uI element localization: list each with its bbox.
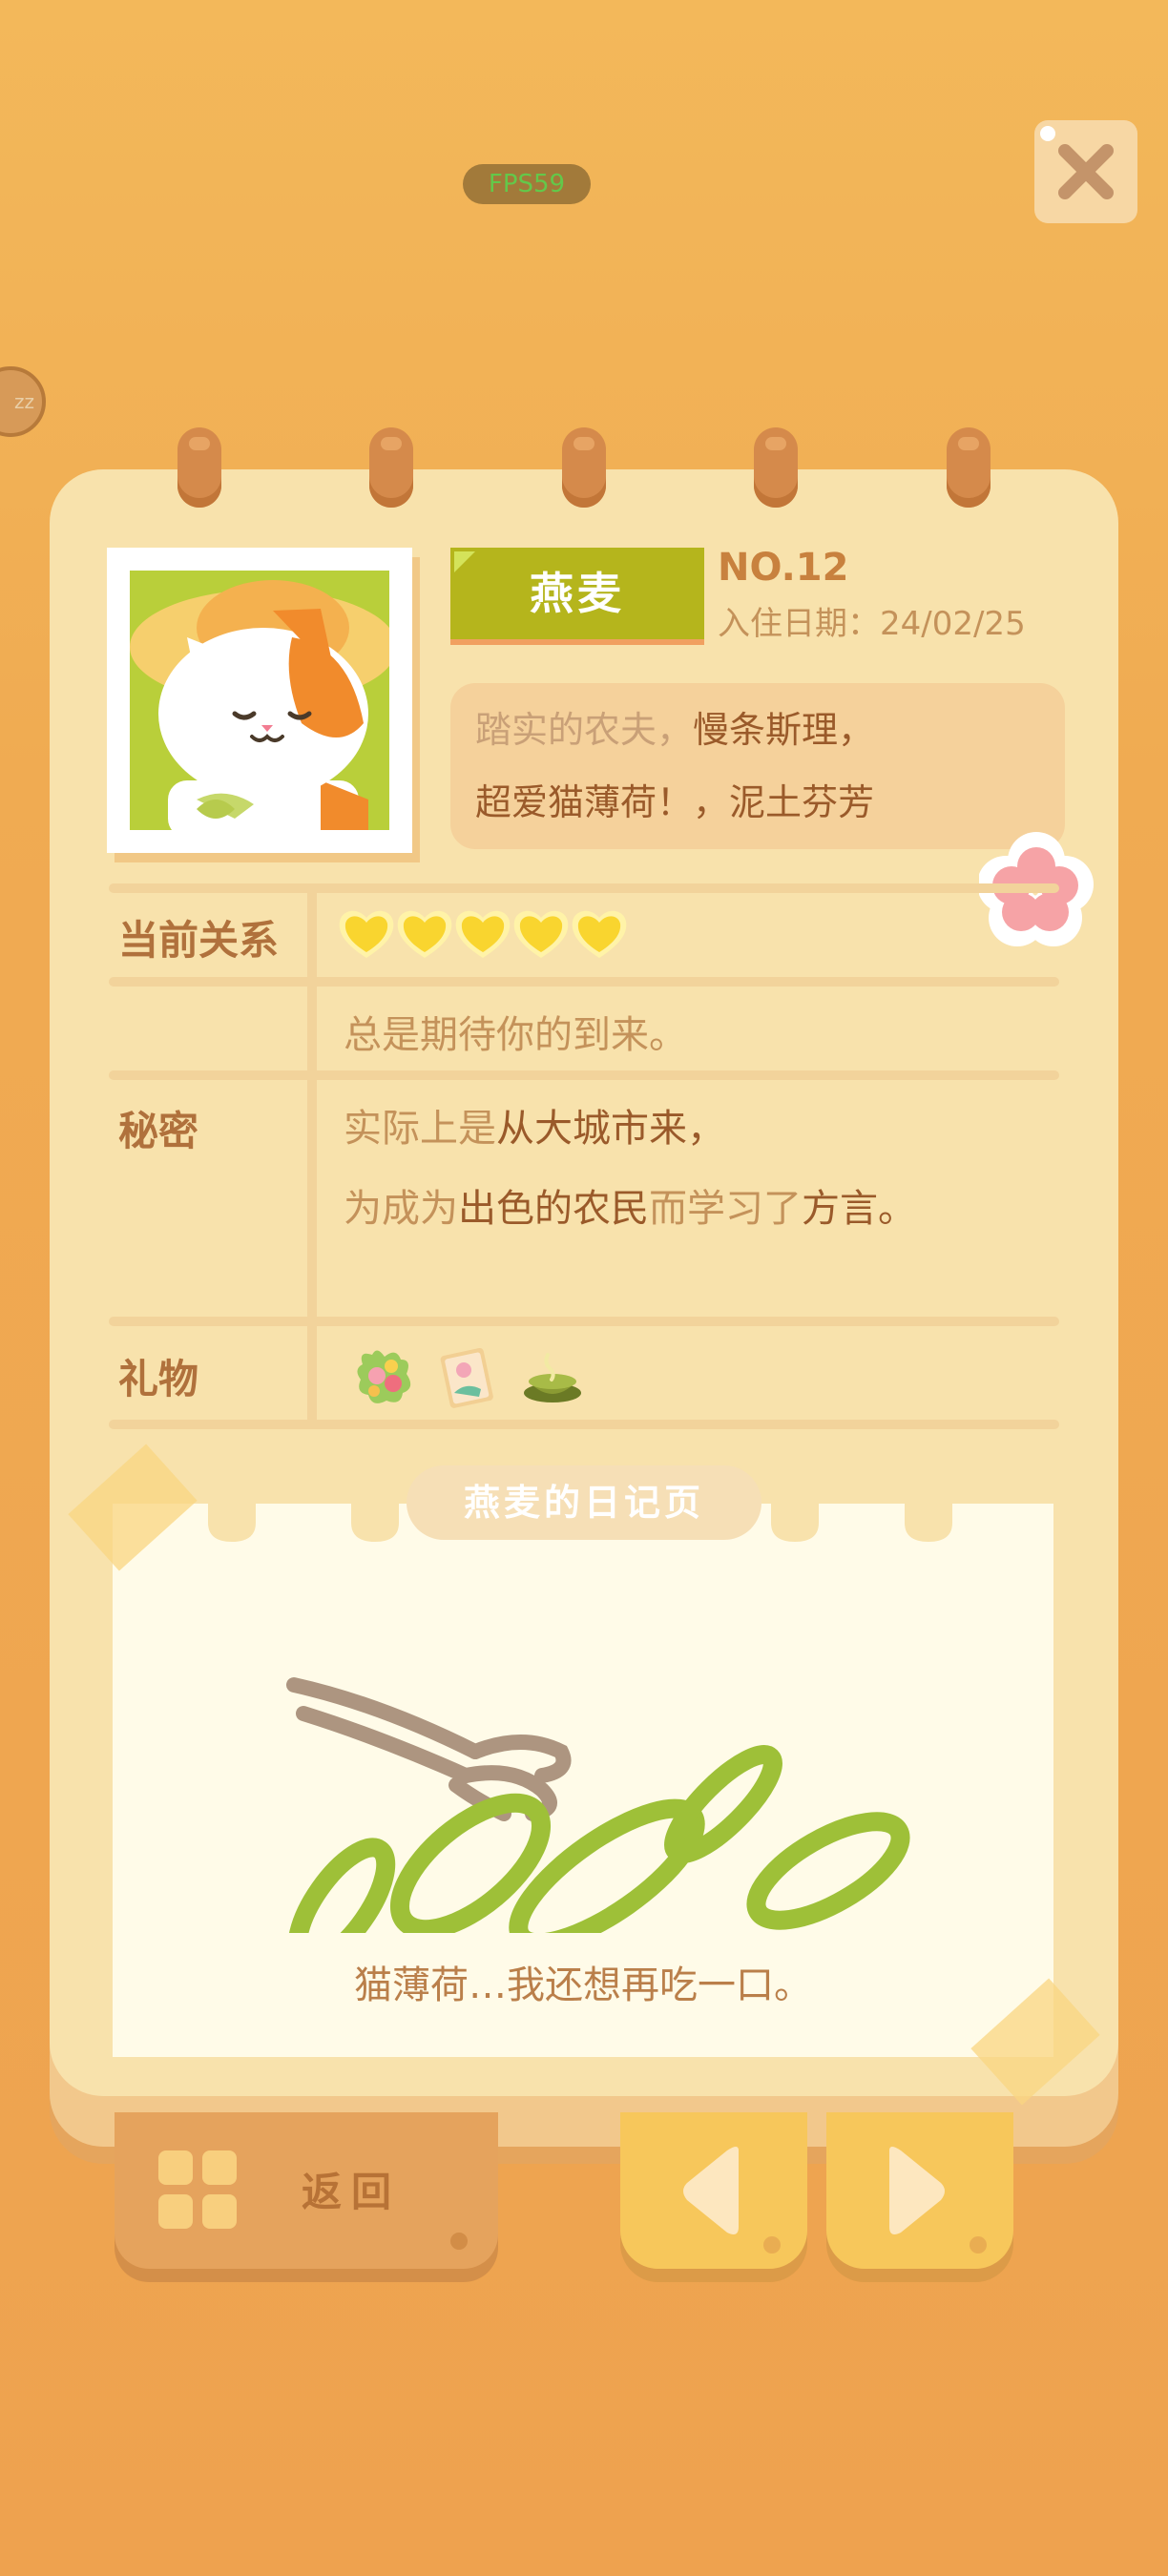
secret-highlight: 出色的农民 [458, 1187, 649, 1231]
diary-title: 燕麦的日记页 [407, 1465, 761, 1540]
binder-ring [177, 427, 221, 508]
relation-hearts [336, 904, 627, 966]
secret-line-2: 为成为出色的农民而学习了方言。 [344, 1177, 916, 1233]
relation-label: 当前关系 [118, 917, 280, 964]
close-button[interactable] [1034, 120, 1137, 223]
relation-text: 总是期待你的到来。 [344, 1013, 687, 1057]
binder-ring [562, 427, 606, 508]
catnip-and-fork-drawing [286, 1677, 910, 1933]
table-divider [109, 883, 1059, 893]
personality-text: 踏实的农夫， [475, 709, 694, 751]
grid-menu-icon [158, 2150, 244, 2236]
table-column-divider [307, 883, 317, 1427]
table-divider [109, 977, 1059, 987]
fps-counter: FPS59 [463, 164, 591, 204]
flower-bouquet-icon[interactable] [353, 1345, 416, 1408]
binder-ring [947, 427, 991, 508]
cat-number: NO.12 [718, 546, 849, 590]
secret-label: 秘密 [118, 1108, 199, 1154]
picture-card-icon[interactable] [437, 1345, 500, 1408]
table-divider [109, 1420, 1059, 1429]
back-button-label: 返回 [302, 2169, 402, 2215]
secret-line-1: 实际上是从大城市来， [344, 1097, 725, 1153]
next-button[interactable] [826, 2112, 1013, 2269]
heart-icon [569, 904, 630, 962]
gift-label: 礼物 [118, 1356, 199, 1402]
personality-line-1: 踏实的农夫，慢条斯理， [475, 706, 874, 754]
heart-icon [452, 904, 513, 962]
personality-highlight: 慢条斯理， [693, 709, 875, 751]
cat-straw-hat-illustration [130, 580, 389, 830]
heart-icon [336, 904, 397, 962]
secret-text: 为成为 [344, 1187, 458, 1231]
close-icon [1058, 144, 1114, 199]
personality-line-2: 超爱猫薄荷！，泥土芬芳 [475, 781, 875, 823]
table-divider [109, 1317, 1059, 1326]
binder-ring [754, 427, 798, 508]
checkin-date: 入住日期：24/02/25 [718, 605, 1026, 643]
sleep-badge[interactable]: zz [0, 366, 46, 437]
secret-text: 实际上是 [344, 1107, 496, 1151]
secret-highlight: 从大城市来， [496, 1107, 725, 1151]
cat-name: 燕麦 [530, 568, 625, 619]
binder-ring [369, 427, 413, 508]
heart-icon [511, 904, 572, 962]
table-divider [109, 1070, 1059, 1080]
secret-text: 而学习了 [649, 1187, 802, 1231]
previous-button[interactable] [620, 2112, 807, 2269]
cat-portrait [130, 571, 389, 830]
diary-caption: 猫薄荷…我还想再吃一口。 [354, 1963, 812, 2007]
matcha-bowl-icon[interactable] [521, 1345, 584, 1408]
secret-highlight: 方言。 [802, 1187, 916, 1231]
heart-icon [394, 904, 455, 962]
